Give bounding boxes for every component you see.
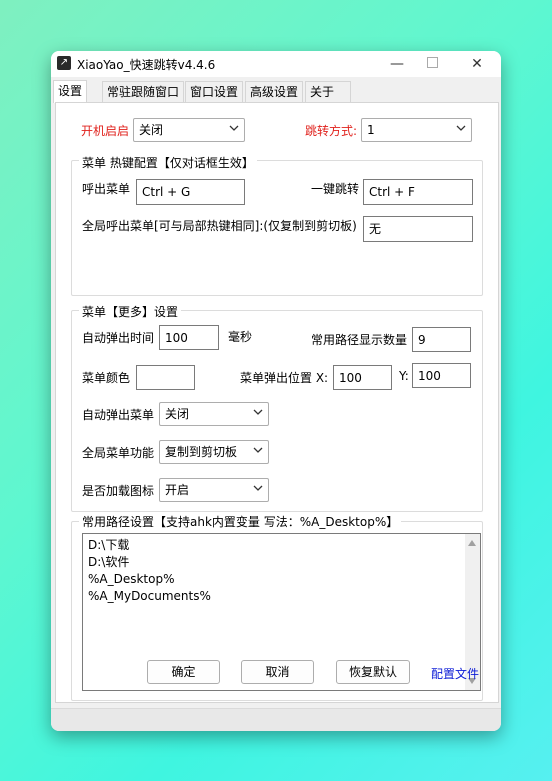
auto-popup-time-label: 自动弹出时间: [82, 331, 155, 345]
auto-popup-menu-value: 关闭: [165, 407, 190, 421]
close-icon: ✕: [471, 56, 483, 72]
global-menu-function-value: 复制到剪切板: [165, 445, 238, 459]
call-menu-hotkey-input[interactable]: Ctrl + G: [136, 179, 245, 205]
tab-about[interactable]: 关于: [305, 81, 351, 102]
global-menu-function-select[interactable]: 复制到剪切板: [159, 440, 269, 464]
global-call-menu-hotkey-input[interactable]: 无: [363, 216, 473, 242]
auto-popup-menu-label: 自动弹出菜单: [82, 408, 155, 422]
tab-window-settings[interactable]: 窗口设置: [185, 81, 244, 102]
tab-strip: 设置 常驻跟随窗口 窗口设置 高级设置 关于: [51, 80, 501, 103]
jump-mode-value: 1: [367, 123, 375, 137]
tab-settings[interactable]: 设置: [53, 80, 88, 103]
menu-color-input[interactable]: [136, 365, 195, 390]
chevron-down-icon: [253, 485, 263, 491]
more-settings-group-title: 菜单【更多】设置: [79, 303, 182, 320]
popup-position-label: 菜单弹出位置 X:: [240, 371, 329, 385]
one-key-jump-hotkey-input[interactable]: Ctrl + F: [363, 179, 473, 205]
paths-group-title: 常用路径设置【支持ahk内置变量 写法：%A_Desktop%】: [79, 513, 402, 530]
tab-advanced-settings[interactable]: 高级设置: [245, 81, 304, 102]
jump-mode-select[interactable]: 1: [361, 118, 472, 142]
load-icon-label: 是否加载图标: [82, 484, 155, 498]
path-line: D:\软件: [88, 555, 130, 569]
auto-popup-time-input[interactable]: 100: [159, 325, 219, 350]
startup-label: 开机启启: [81, 124, 130, 138]
startup-select[interactable]: 关闭: [133, 118, 245, 142]
path-line: %A_MyDocuments%: [88, 589, 211, 603]
menu-color-label: 菜单颜色: [82, 371, 131, 385]
path-line: D:\下载: [88, 538, 130, 552]
cancel-button[interactable]: 取消: [241, 660, 314, 684]
hotkey-group-title: 菜单 热键配置【仅对话框生效】: [79, 154, 257, 171]
path-line: %A_Desktop%: [88, 572, 175, 586]
maximize-button[interactable]: [415, 53, 449, 75]
popup-y-input[interactable]: 100: [412, 363, 471, 388]
chevron-down-icon: [253, 447, 263, 453]
tab-follow-window[interactable]: 常驻跟随窗口: [102, 81, 185, 102]
global-call-menu-label: 全局呼出菜单[可与局部热键相同]:(仅复制到剪切板): [82, 219, 357, 233]
close-button[interactable]: ✕: [460, 53, 494, 75]
minimize-button[interactable]: —: [380, 53, 414, 75]
chevron-down-icon: [456, 125, 466, 131]
path-count-label: 常用路径显示数量: [311, 333, 408, 347]
ms-label: 毫秒: [228, 330, 253, 344]
load-icon-select[interactable]: 开启: [159, 478, 269, 502]
path-count-input[interactable]: 9: [412, 327, 471, 352]
load-icon-value: 开启: [165, 483, 190, 497]
popup-y-label: Y:: [399, 369, 409, 383]
settings-panel: 开机启启 关闭 跳转方式: 1 菜单 热键配置【仅对话框生效】 呼出菜单 Ctr…: [55, 102, 499, 703]
maximize-icon: [426, 57, 438, 68]
chevron-down-icon: [229, 125, 239, 131]
settings-window: ↗ XiaoYao_快速跳转v4.4.6 — ✕ 设置 常驻跟随窗口 窗口设置 …: [51, 51, 501, 731]
scroll-up-icon[interactable]: [468, 540, 476, 546]
call-menu-label: 呼出菜单: [82, 182, 131, 196]
startup-value: 关闭: [139, 123, 164, 137]
window-title: XiaoYao_快速跳转v4.4.6: [77, 58, 216, 72]
config-file-link[interactable]: 配置文件: [431, 665, 479, 682]
chevron-down-icon: [253, 409, 263, 415]
one-key-jump-label: 一键跳转: [311, 182, 360, 196]
status-bar: [51, 708, 501, 731]
auto-popup-menu-select[interactable]: 关闭: [159, 402, 269, 426]
jump-mode-label: 跳转方式:: [305, 124, 358, 138]
restore-defaults-button[interactable]: 恢复默认: [336, 660, 410, 684]
ok-button[interactable]: 确定: [147, 660, 220, 684]
global-menu-function-label: 全局菜单功能: [82, 446, 155, 460]
title-bar[interactable]: ↗ XiaoYao_快速跳转v4.4.6 — ✕: [51, 51, 501, 77]
app-icon: ↗: [57, 56, 71, 70]
popup-x-input[interactable]: 100: [333, 365, 392, 390]
